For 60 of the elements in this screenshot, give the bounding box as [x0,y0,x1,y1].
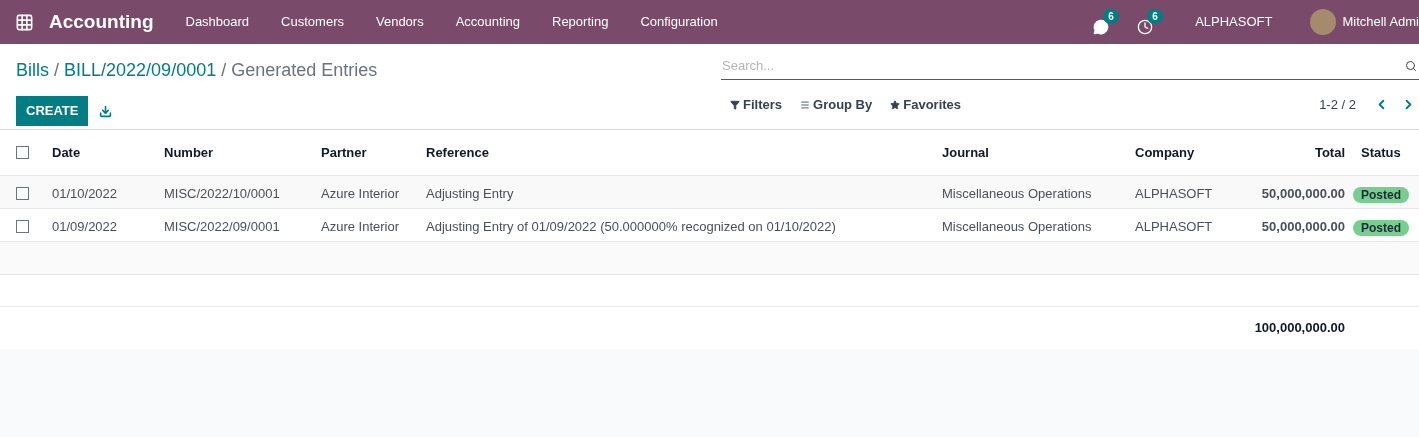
search-option-button[interactable]: Group By [800,95,873,115]
table-cell-text: Adjusting Entry [425,185,515,203]
status-badge: Posted [1353,219,1409,236]
column-header[interactable]: Date [44,142,156,163]
footer-total: 100,000,000.00 [1253,319,1346,338]
search-option-button[interactable]: Filters [730,95,782,115]
breadcrumb-separator: / [220,59,228,82]
filter-icon [730,99,740,110]
checkbox[interactable] [16,220,29,234]
activities-button[interactable]: 6 [1137,9,1168,35]
column-header[interactable]: Company [1127,142,1240,163]
menu-item[interactable]: Reporting [536,12,625,32]
column-header[interactable]: Total [1240,142,1353,163]
checkbox[interactable] [16,187,29,201]
table-cell-text: ALPHASOFT [1134,218,1214,236]
table-cell-text: MISC/2022/10/0001 [163,185,281,203]
column-header[interactable]: Reference [418,142,934,163]
messages-button[interactable]: 6 [1093,9,1124,35]
search-icon[interactable] [1405,60,1417,72]
table-cell-text: ALPHASOFT [1134,185,1214,203]
menu-item[interactable]: Vendors [359,12,440,32]
company-switcher[interactable]: ALPHASOFT [1195,12,1273,32]
search-field[interactable]: Search... [721,56,1405,76]
column-header[interactable]: Number [156,142,313,163]
table-cell-text: 50,000,000.00 [1260,218,1346,236]
column-header[interactable]: Journal [934,142,1127,163]
menu-item[interactable]: Accounting [439,12,536,32]
table-cell-text: Azure Interior [320,185,401,203]
menu-item[interactable]: Customers [265,12,360,32]
breadcrumb-link[interactable]: Bills [16,57,49,84]
breadcrumb-link[interactable]: BILL/2022/09/0001 [64,57,217,84]
table-cell-text: Adjusting Entry of 01/09/2022 (50.000000% recognized on 01/10/2022) [425,218,837,236]
count-badge: 6 [1147,9,1163,24]
chat-bubble-icon [1093,19,1110,35]
checkbox[interactable] [16,146,29,159]
app-title[interactable]: Accounting [49,7,154,37]
table-cell-text: 01/10/2022 [51,185,119,203]
pager-value[interactable]: 1-2 / 2 [1319,95,1356,115]
column-header[interactable]: Partner [313,142,418,163]
menu-item[interactable]: Configuration [624,12,734,32]
menu-icon [800,99,810,110]
table-cell-text: Miscellaneous Operations [941,218,1093,236]
clock-icon [1137,19,1154,35]
star-icon [890,99,901,110]
apps-menu-icon[interactable] [15,12,34,32]
table-cell-text: Azure Interior [320,218,401,236]
table-cell-text: 50,000,000.00 [1260,185,1346,203]
table-cell-text: MISC/2022/09/0001 [163,218,281,236]
status-badge: Posted [1353,186,1409,203]
column-header[interactable]: Status [1353,142,1419,163]
menu-item[interactable]: Dashboard [169,12,266,32]
count-badge: 6 [1103,9,1119,24]
table-cell-text: Miscellaneous Operations [941,185,1093,203]
breadcrumb-separator: / [53,59,61,82]
table-cell-text: 01/09/2022 [51,218,119,236]
search-option-button[interactable]: Favorites [890,95,962,115]
breadcrumb-current: Generated Entries [231,59,378,82]
create-button[interactable]: CREATE [16,96,89,126]
download-icon[interactable] [99,104,113,118]
user-menu[interactable]: Mitchell Admi [1342,12,1419,32]
